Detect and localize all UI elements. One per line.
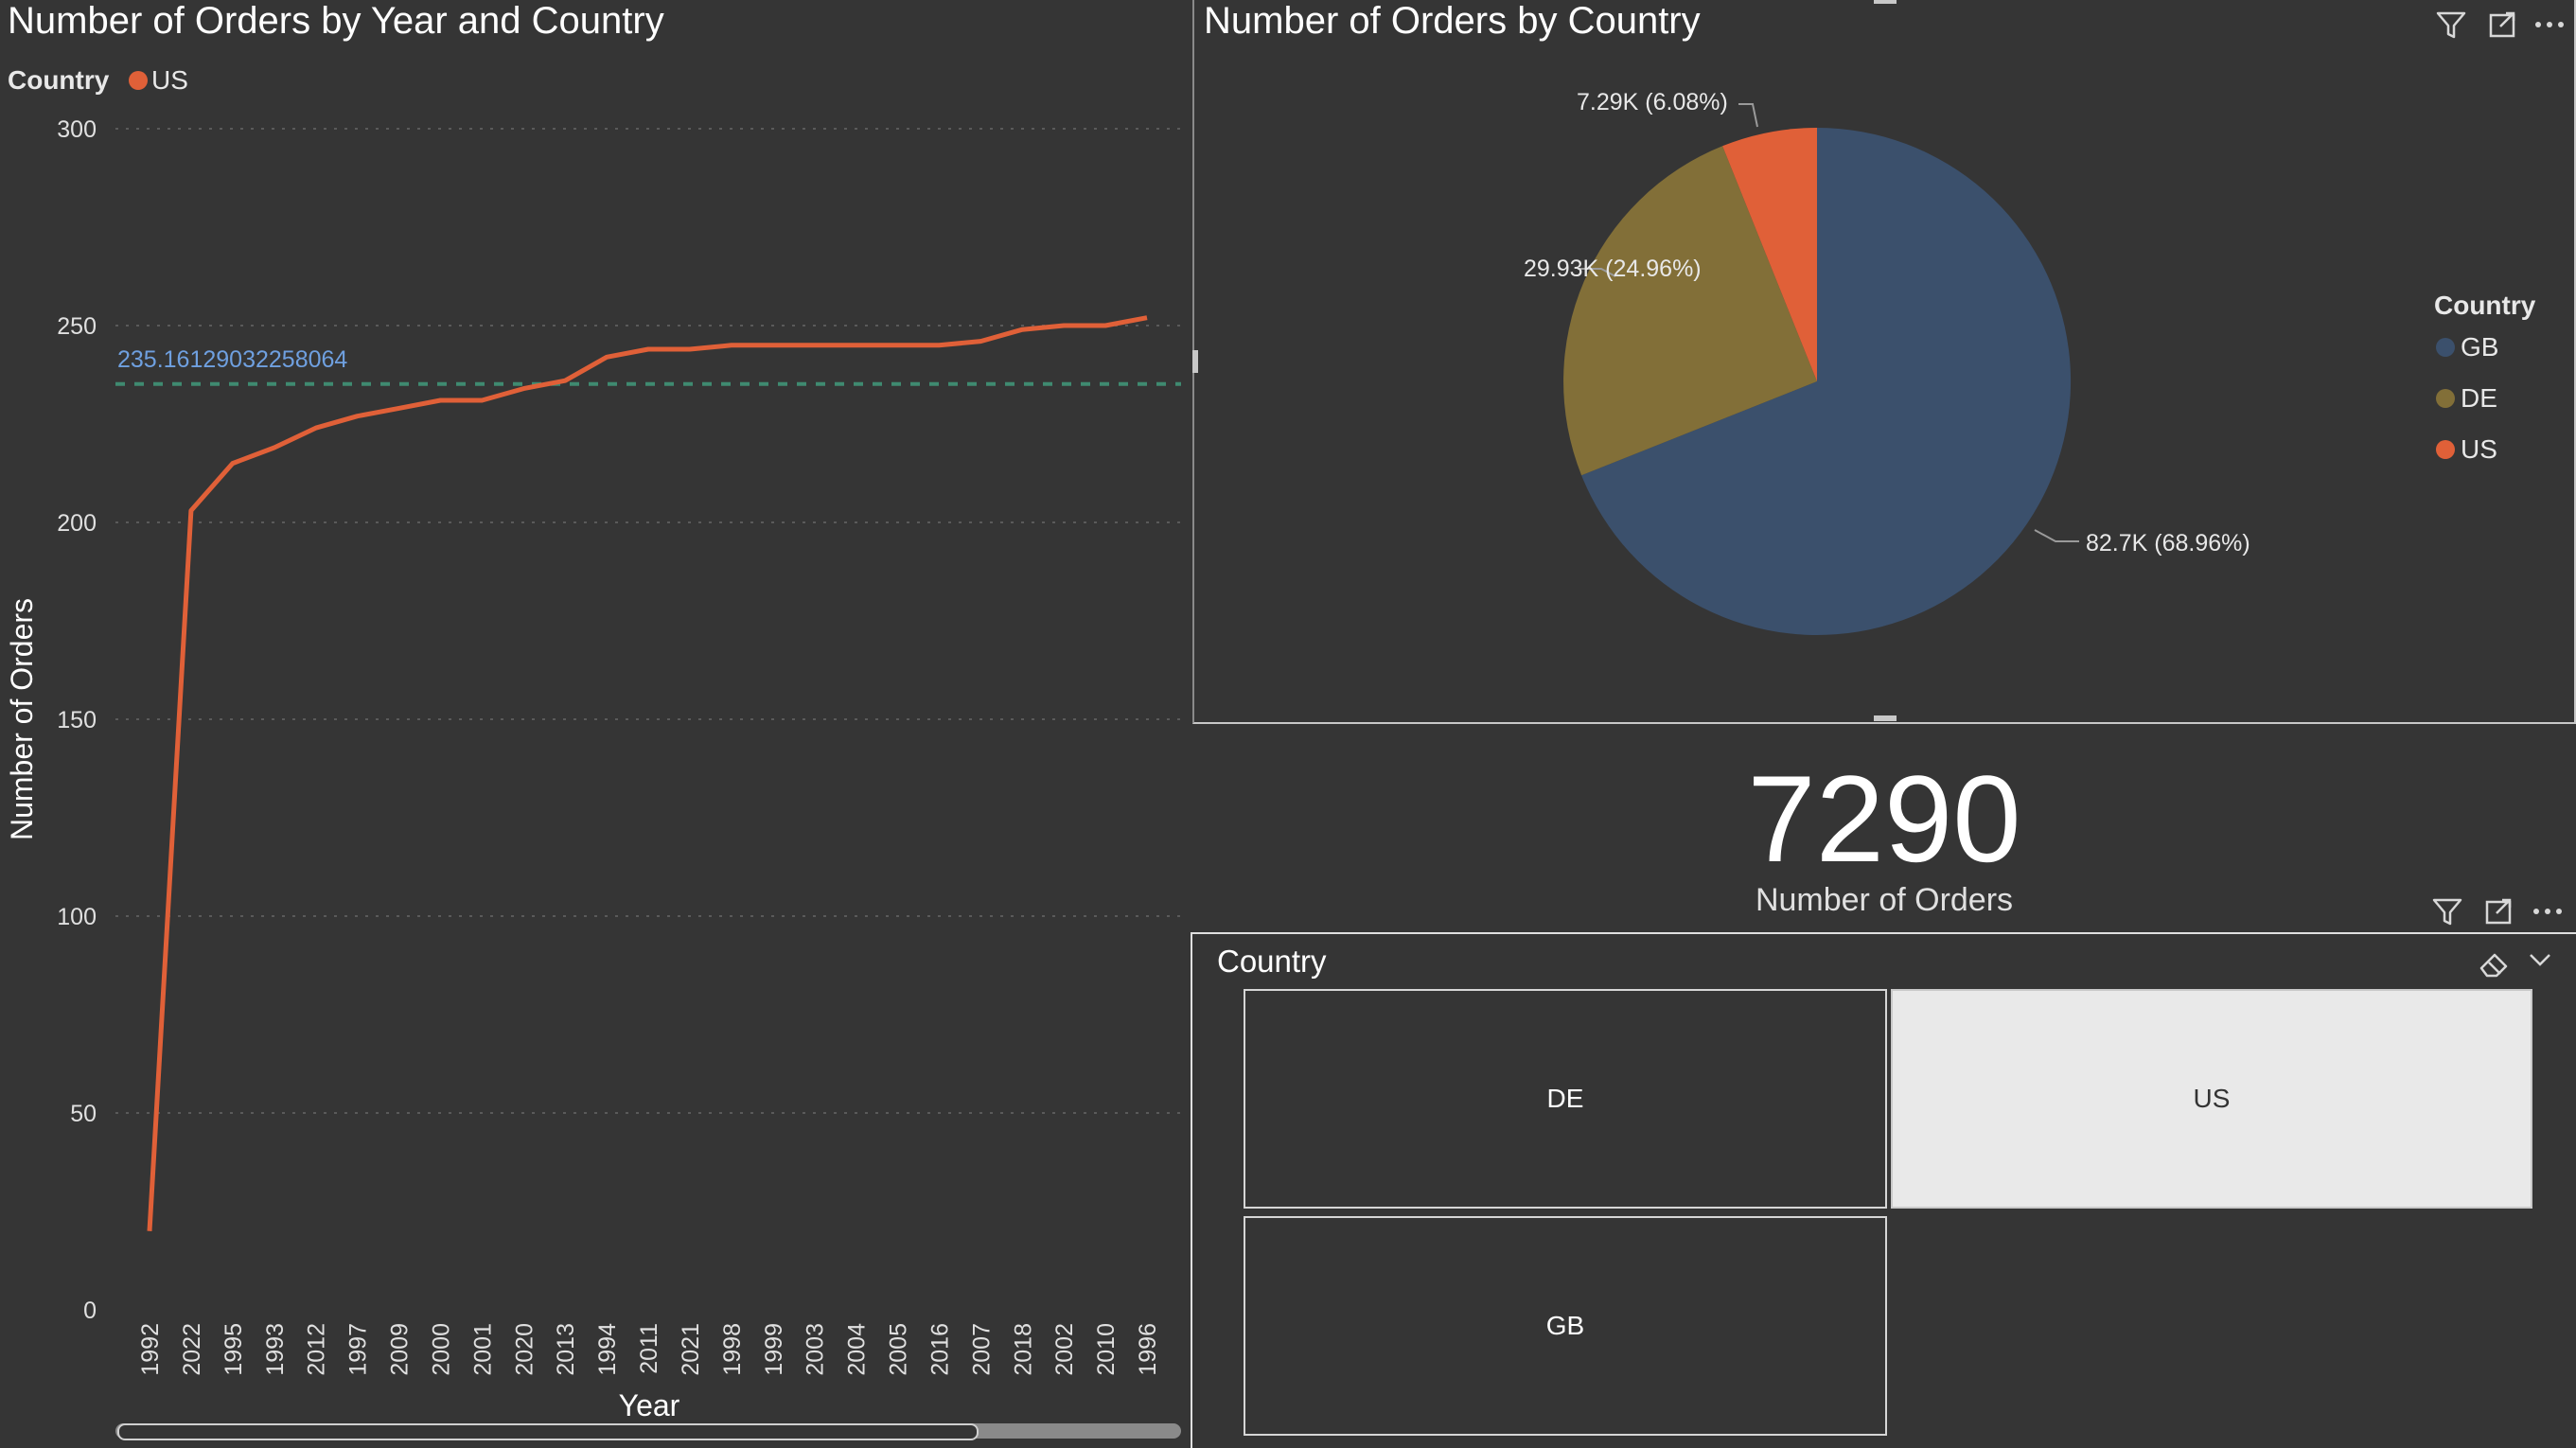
y-tick-label: 150 bbox=[57, 707, 97, 733]
legend-label-us[interactable]: US bbox=[151, 65, 188, 95]
legend-title: Country bbox=[8, 65, 110, 95]
x-tick-label: 1994 bbox=[594, 1323, 621, 1376]
x-tick-label: 2007 bbox=[968, 1323, 995, 1376]
x-tick-label: 2001 bbox=[469, 1323, 496, 1376]
line-chart[interactable]: Country US 0 50 100 150 200 250 300 1992 2022 19… bbox=[0, 0, 1191, 1448]
x-tick-label: 2010 bbox=[1093, 1323, 1120, 1376]
more-options-icon[interactable] bbox=[2529, 892, 2567, 930]
country-slicer[interactable]: Country DE US GB bbox=[1191, 898, 2576, 1448]
x-tick-label: 2003 bbox=[803, 1323, 829, 1376]
pie-legend-title: Country bbox=[2434, 291, 2536, 320]
y-axis-title: Number of Orders bbox=[5, 598, 39, 840]
y-tick-label: 200 bbox=[57, 510, 97, 537]
resize-handle-bottom[interactable] bbox=[1874, 715, 1897, 721]
scrollbar-thumb[interactable] bbox=[117, 1423, 979, 1440]
chevron-down-icon[interactable] bbox=[2521, 942, 2559, 980]
x-tick-label: 1995 bbox=[221, 1323, 247, 1376]
x-axis-title: Year bbox=[619, 1388, 680, 1422]
legend-label-de[interactable]: DE bbox=[2461, 383, 2497, 413]
pie-leader-line bbox=[2034, 529, 2079, 542]
x-tick-label: 2020 bbox=[511, 1323, 538, 1376]
legend-marker-de bbox=[2436, 389, 2455, 408]
x-tick-label: 2000 bbox=[428, 1323, 454, 1376]
series-line-us[interactable] bbox=[147, 315, 1148, 1231]
legend-marker-us-pie bbox=[2436, 440, 2455, 459]
legend-label-gb[interactable]: GB bbox=[2461, 332, 2498, 362]
pie-label-de: 29.93K (24.96%) bbox=[1524, 256, 1702, 282]
legend-marker-gb bbox=[2436, 338, 2455, 357]
x-tick-label: 1998 bbox=[719, 1323, 746, 1376]
eraser-icon[interactable] bbox=[2476, 945, 2514, 983]
x-tick-label: 2004 bbox=[844, 1323, 871, 1376]
x-tick-label: 1999 bbox=[761, 1323, 787, 1376]
line-chart-panel[interactable]: Number of Orders by Year and Country Cou… bbox=[0, 0, 1191, 1448]
x-tick-label: 1996 bbox=[1135, 1323, 1161, 1376]
legend-marker-us bbox=[129, 71, 148, 90]
resize-handle-left[interactable] bbox=[1192, 350, 1198, 373]
x-tick-label: 2022 bbox=[179, 1323, 205, 1376]
x-tick-label: 2018 bbox=[1010, 1323, 1036, 1376]
y-tick-label: 300 bbox=[57, 116, 97, 143]
pie-chart[interactable]: 82.7K (68.96%) 29.93K (24.96%) 7.29K (6.… bbox=[1194, 0, 2574, 719]
x-tick-label: 2011 bbox=[636, 1323, 662, 1374]
x-tick-label: 2013 bbox=[553, 1323, 579, 1376]
x-tick-label: 2002 bbox=[1051, 1323, 1078, 1376]
x-tick-label: 2012 bbox=[304, 1323, 330, 1376]
resize-handle-top[interactable] bbox=[1874, 0, 1897, 4]
pie-label-us: 7.29K (6.08%) bbox=[1577, 89, 1728, 115]
x-tick-label: 2016 bbox=[926, 1323, 953, 1376]
legend-label-us-pie[interactable]: US bbox=[2461, 434, 2497, 464]
y-tick-label: 100 bbox=[57, 904, 97, 930]
card-value: 7290 bbox=[1747, 750, 2021, 888]
focus-mode-icon[interactable] bbox=[2479, 892, 2517, 930]
x-tick-label: 1993 bbox=[262, 1323, 289, 1376]
pie-chart-panel[interactable]: Number of Orders by Country 82.7K (68.96… bbox=[1192, 0, 2576, 724]
pie-label-gb: 82.7K (68.96%) bbox=[2086, 530, 2250, 556]
slicer-tile-de[interactable]: DE bbox=[1244, 989, 1887, 1209]
slicer-tile-us[interactable]: US bbox=[1891, 989, 2532, 1209]
x-tick-label: 2005 bbox=[886, 1323, 912, 1376]
filter-icon[interactable] bbox=[2428, 892, 2466, 930]
y-tick-label: 250 bbox=[57, 313, 97, 340]
y-tick-label: 0 bbox=[83, 1298, 97, 1324]
card-label: Number of Orders bbox=[1755, 882, 2014, 918]
average-line-label: 235.16129032258064 bbox=[117, 346, 347, 373]
x-tick-label: 1997 bbox=[345, 1323, 372, 1376]
pie-leader-line bbox=[1738, 103, 1758, 128]
slicer-title: Country bbox=[1217, 944, 1327, 979]
card-visual[interactable]: 7290 Number of Orders bbox=[1192, 729, 2576, 927]
y-tick-label: 50 bbox=[70, 1101, 97, 1127]
x-tick-label: 2021 bbox=[678, 1323, 704, 1376]
x-tick-label: 2009 bbox=[387, 1323, 414, 1376]
slicer-tile-gb[interactable]: GB bbox=[1244, 1216, 1887, 1436]
x-tick-label: 1992 bbox=[137, 1323, 164, 1376]
